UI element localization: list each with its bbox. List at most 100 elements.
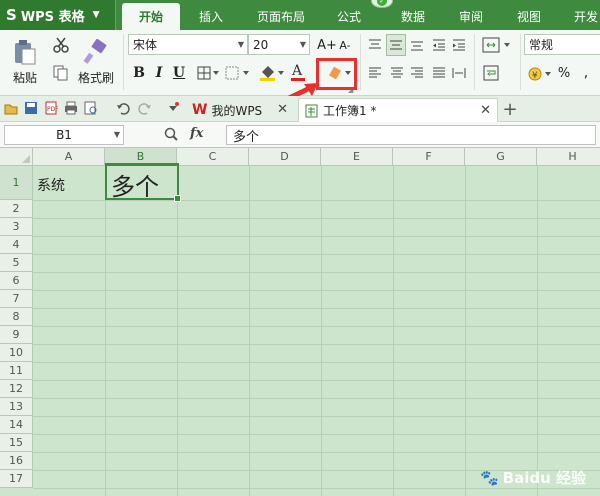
save-icon[interactable]	[24, 101, 38, 115]
row-header-9[interactable]: 9	[0, 326, 33, 344]
search-icon[interactable]	[164, 127, 178, 141]
row-header-3[interactable]: 3	[0, 218, 33, 236]
paw-icon: 🐾	[479, 468, 499, 487]
row-header-1[interactable]: 1	[0, 166, 33, 200]
copy-icon	[53, 65, 68, 81]
close-icon[interactable]: ✕	[277, 102, 288, 117]
worksheet-grid[interactable]: A B C D E F G H 1 2 3 4 5 6 7 8 9 10 11 …	[0, 148, 600, 496]
close-icon[interactable]: ✕	[480, 103, 491, 118]
increase-indent-button[interactable]	[450, 36, 468, 54]
doc-tab-my-wps[interactable]: W 我的WPS ✕	[186, 98, 294, 122]
cut-button[interactable]	[50, 34, 72, 56]
align-bottom-button[interactable]	[408, 36, 426, 54]
tab-data[interactable]: 数据	[390, 3, 436, 30]
export-pdf-icon[interactable]: PDF	[44, 101, 58, 115]
column-header-d[interactable]: D	[249, 148, 321, 166]
doc-tab-workbook[interactable]: 工作簿1 * ✕	[298, 98, 498, 122]
column-header-a[interactable]: A	[33, 148, 105, 166]
column-header-e[interactable]: E	[321, 148, 393, 166]
cell-a1[interactable]: 系统	[37, 175, 65, 195]
row-header-10[interactable]: 10	[0, 344, 33, 362]
formula-input[interactable]: 多个	[226, 125, 596, 145]
align-top-button[interactable]	[366, 36, 384, 54]
italic-button[interactable]: I	[150, 63, 168, 83]
distributed-button[interactable]	[450, 64, 468, 82]
tab-developer[interactable]: 开发	[568, 3, 600, 30]
copy-button[interactable]	[50, 62, 72, 84]
scissors-icon	[53, 37, 69, 53]
row-header-14[interactable]: 14	[0, 416, 33, 434]
column-header-c[interactable]: C	[177, 148, 249, 166]
insert-function-button[interactable]: fx	[190, 126, 203, 141]
chevron-down-icon: ▼	[92, 10, 100, 20]
merge-center-button[interactable]	[480, 34, 514, 56]
grid-line	[33, 344, 600, 345]
row-header-2[interactable]: 2	[0, 200, 33, 218]
currency-button[interactable]: ¥	[526, 64, 554, 84]
row-header-17[interactable]: 17	[0, 470, 33, 488]
open-folder-icon[interactable]	[4, 101, 18, 115]
align-right-button[interactable]	[408, 64, 426, 82]
row-header-15[interactable]: 15	[0, 434, 33, 452]
align-center-button[interactable]	[388, 64, 406, 82]
divider	[360, 34, 361, 90]
row-header-7[interactable]: 7	[0, 290, 33, 308]
active-cell-outline[interactable]	[105, 163, 181, 202]
shrink-font-button[interactable]: A-	[336, 34, 354, 56]
grid-line	[105, 166, 106, 496]
select-all-corner[interactable]	[0, 148, 33, 166]
grid-line	[177, 166, 178, 496]
row-header-11[interactable]: 11	[0, 362, 33, 380]
tab-insert[interactable]: 插入	[186, 3, 236, 30]
row-header-6[interactable]: 6	[0, 272, 33, 290]
tab-formulas[interactable]: 公式	[326, 3, 372, 30]
document-tab-bar: PDF W 我的WPS ✕ 工作簿1 * ✕ +	[0, 96, 600, 122]
ribbon: 粘贴 格式刷 宋体 ▼ 20 ▼ A+ A- B I U A ◢ 常规 ¥ % …	[0, 30, 600, 113]
chevron-down-icon: ▼	[299, 40, 306, 49]
cell-style-button[interactable]	[224, 63, 252, 83]
tab-page-layout[interactable]: 页面布局	[246, 3, 316, 30]
customize-toolbar-icon[interactable]	[166, 101, 180, 115]
name-box[interactable]: B1 ▼	[4, 125, 124, 145]
grid-line	[33, 236, 600, 237]
tab-home[interactable]: 开始	[122, 3, 180, 30]
column-header-h[interactable]: H	[537, 148, 600, 166]
borders-button[interactable]	[195, 63, 221, 83]
font-size-select[interactable]: 20 ▼	[248, 34, 310, 55]
row-header-5[interactable]: 5	[0, 254, 33, 272]
align-left-button[interactable]	[366, 64, 384, 82]
decrease-indent-button[interactable]	[430, 36, 448, 54]
row-header-13[interactable]: 13	[0, 398, 33, 416]
app-menu-button[interactable]: S WPS 表格 ▼	[0, 0, 116, 30]
grid-line	[33, 290, 600, 291]
number-format-select[interactable]: 常规	[524, 34, 600, 55]
grow-font-button[interactable]: A+	[317, 34, 337, 56]
justify-button[interactable]	[430, 64, 448, 82]
underline-button[interactable]: U	[170, 63, 188, 83]
redo-icon[interactable]	[138, 101, 152, 115]
column-header-g[interactable]: G	[465, 148, 537, 166]
row-header-4[interactable]: 4	[0, 236, 33, 254]
paste-button[interactable]: 粘贴	[6, 34, 44, 90]
row-header-12[interactable]: 12	[0, 380, 33, 398]
font-name-select[interactable]: 宋体 ▼	[128, 34, 248, 55]
tab-review[interactable]: 审阅	[448, 3, 494, 30]
new-tab-button[interactable]: +	[502, 99, 518, 120]
tab-view[interactable]: 视图	[506, 3, 552, 30]
print-icon[interactable]	[64, 101, 78, 115]
row-header-8[interactable]: 8	[0, 308, 33, 326]
undo-icon[interactable]	[116, 101, 130, 115]
menu-bar: S WPS 表格 ▼ 开始 插入 页面布局 公式 ✓ 数据 审阅 视图 开发	[0, 0, 600, 30]
bold-button[interactable]: B	[130, 63, 148, 83]
wrap-text-button[interactable]	[480, 62, 502, 84]
percent-button[interactable]: %	[556, 63, 572, 83]
column-header-f[interactable]: F	[393, 148, 465, 166]
format-painter-button[interactable]: 格式刷	[74, 34, 118, 90]
comma-button[interactable]: ,	[578, 63, 594, 83]
align-middle-button[interactable]	[386, 34, 406, 56]
doc-tab-label: 我的WPS	[211, 103, 263, 118]
print-preview-icon[interactable]	[84, 101, 98, 115]
grid-line	[33, 308, 600, 309]
divider	[474, 34, 475, 90]
row-header-16[interactable]: 16	[0, 452, 33, 470]
